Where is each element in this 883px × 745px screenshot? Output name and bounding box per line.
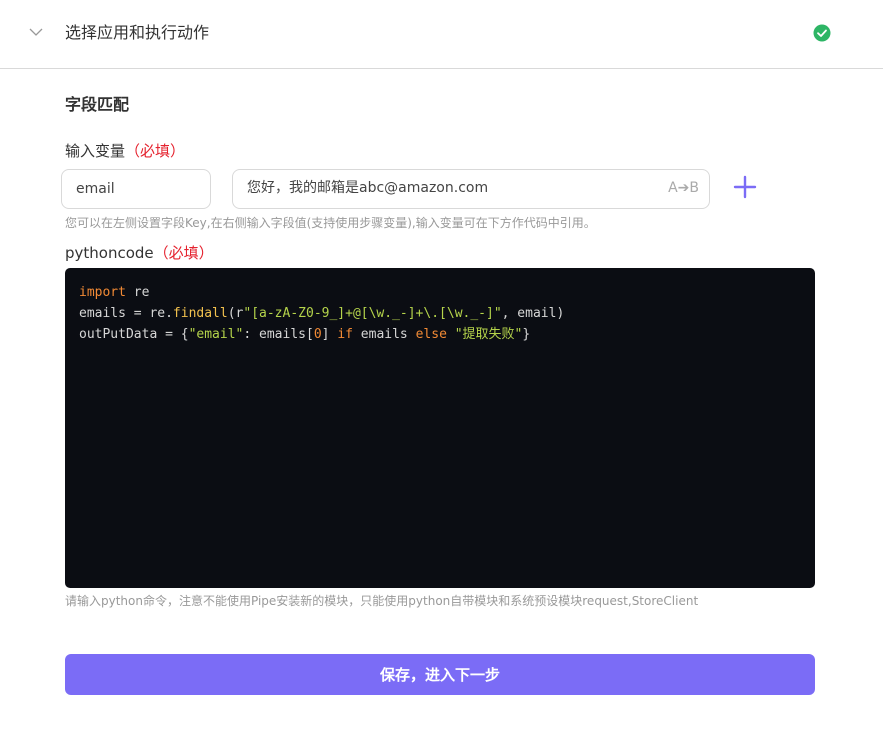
required-mark: （必填） — [125, 142, 186, 160]
python-code-editor[interactable]: import re emails = re.findall(r"[a-zA-Z0-… — [65, 268, 815, 588]
python-label: pythoncode（必填） — [65, 243, 214, 263]
chevron-down-icon[interactable] — [29, 27, 43, 37]
input-var-label-text: 输入变量 — [65, 142, 126, 160]
input-var-help: 您可以在左侧设置字段Key,在右侧输入字段值(支持使用步骤变量),输入变量可在下… — [65, 216, 596, 230]
code-line: import re — [79, 285, 150, 300]
code-line: emails = re.findall(r"[a-zA-Z0-9_]+@[\w.… — [79, 306, 565, 321]
field-key-input[interactable]: email — [61, 169, 211, 209]
field-value-input[interactable]: 您好，我的邮箱是abc@amazon.com A➔B — [232, 169, 710, 209]
code-line: outPutData = {"email": emails[0] if emai… — [79, 327, 531, 342]
python-label-text: pythoncode — [65, 244, 154, 262]
python-help: 请输入python命令，注意不能使用Pipe安装新的模块，只能使用python自… — [65, 594, 699, 608]
field-value-text: 您好，我的邮箱是abc@amazon.com — [247, 180, 489, 196]
check-circle-icon — [813, 24, 831, 42]
add-variable-button[interactable] — [733, 175, 757, 199]
input-var-label: 输入变量（必填） — [65, 141, 185, 161]
section-title: 字段匹配 — [65, 95, 130, 114]
step-title: 选择应用和执行动作 — [65, 23, 210, 42]
step-header[interactable]: 选择应用和执行动作 — [0, 0, 883, 69]
save-next-button[interactable]: 保存，进入下一步 — [65, 654, 815, 695]
required-mark: （必填） — [153, 244, 214, 262]
variable-transform-icon[interactable]: A➔B — [668, 180, 699, 196]
